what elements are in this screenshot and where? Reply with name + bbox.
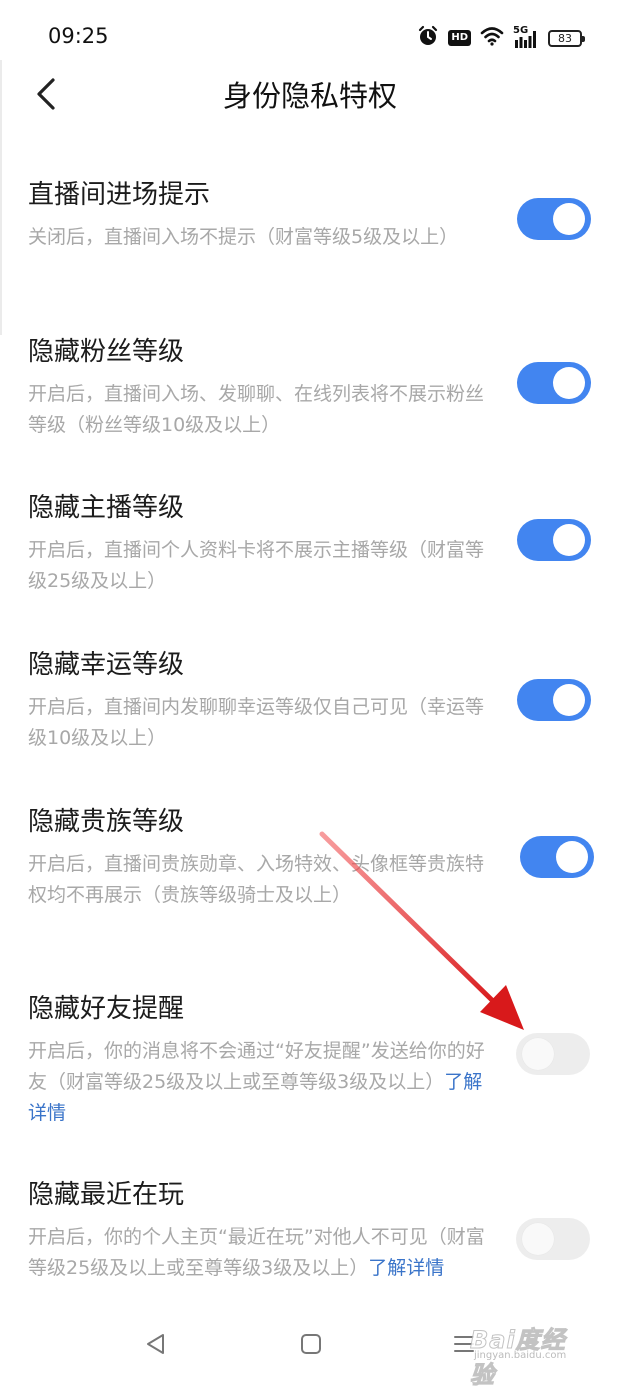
status-time: 09:25 (48, 24, 109, 48)
toggle-switch[interactable] (516, 1218, 590, 1260)
toggle-knob (522, 1223, 554, 1255)
toggle-switch[interactable] (520, 836, 594, 878)
toggle-knob (556, 841, 588, 873)
setting-title: 隐藏好友提醒 (28, 994, 185, 1024)
setting-item-hide-luck-level: 隐藏幸运等级 开启后，直播间内发聊聊幸运等级仅自己可见（幸运等级10级及以上） (0, 646, 620, 786)
setting-desc: 开启后，直播间个人资料卡将不展示主播等级（财富等级25级及以上） (28, 539, 485, 592)
battery-indicator: 83 (548, 29, 585, 47)
setting-title: 直播间进场提示 (28, 180, 211, 210)
triangle-back-icon (144, 1332, 168, 1360)
setting-item-hide-friend-reminder: 隐藏好友提醒 开启后，你的消息将不会通过“好友提醒”发送给你的好友（财富等级25… (0, 990, 620, 1160)
watermark-logo: Bai度经验 jingyan.baidu.com (470, 1318, 590, 1390)
chevron-left-icon (35, 77, 57, 115)
setting-item-entry-notice: 直播间进场提示 关闭后，直播间入场不提示（财富等级5级及以上） (0, 176, 620, 316)
setting-title: 隐藏主播等级 (28, 493, 185, 523)
toggle-switch[interactable] (516, 1033, 590, 1075)
setting-title: 隐藏幸运等级 (28, 650, 185, 680)
toggle-knob (553, 684, 585, 716)
toggle-switch[interactable] (517, 519, 591, 561)
setting-title: 隐藏最近在玩 (28, 1180, 185, 1210)
page-title: 身份隐私特权 (222, 79, 397, 113)
learn-more-link[interactable]: 了解详情 (368, 1257, 444, 1279)
setting-desc: 开启后，直播间贵族勋章、入场特效、头像框等贵族特权均不再展示（贵族等级骑士及以上… (28, 853, 485, 906)
system-back-button[interactable] (136, 1326, 176, 1366)
signal-icon: 5G (513, 25, 539, 49)
setting-title: 隐藏粉丝等级 (28, 337, 185, 367)
toggle-knob (553, 367, 585, 399)
back-button[interactable] (26, 76, 66, 116)
hd-badge: HD (448, 30, 471, 46)
setting-item-hide-recently-played: 隐藏最近在玩 开启后，你的个人主页“最近在玩”对他人不可见（财富等级25级及以上… (0, 1176, 620, 1316)
toggle-switch[interactable] (517, 198, 591, 240)
setting-desc: 开启后，你的消息将不会通过“好友提醒”发送给你的好友（财富等级25级及以上或至尊… (28, 1036, 490, 1129)
setting-item-hide-noble-level: 隐藏贵族等级 开启后，直播间贵族勋章、入场特效、头像框等贵族特权均不再展示（贵族… (0, 803, 620, 973)
toggle-knob (553, 203, 585, 235)
setting-desc-text: 开启后，你的消息将不会通过“好友提醒”发送给你的好友（财富等级25级及以上或至尊… (28, 1040, 485, 1093)
setting-desc: 开启后，直播间内发聊聊幸运等级仅自己可见（幸运等级10级及以上） (28, 696, 485, 749)
setting-desc: 开启后，直播间入场、发聊聊、在线列表将不展示粉丝等级（粉丝等级10级及以上） (28, 383, 485, 436)
setting-title: 隐藏贵族等级 (28, 807, 185, 837)
toggle-knob (522, 1038, 554, 1070)
toggle-knob (553, 524, 585, 556)
setting-desc: 关闭后，直播间入场不提示（财富等级5级及以上） (28, 226, 459, 248)
toggle-switch[interactable] (517, 362, 591, 404)
setting-desc: 开启后，你的个人主页“最近在玩”对他人不可见（财富等级25级及以上或至尊等级3级… (28, 1222, 490, 1284)
nav-header: 身份隐私特权 (0, 74, 620, 164)
square-home-icon (299, 1332, 323, 1360)
setting-item-hide-anchor-level: 隐藏主播等级 开启后，直播间个人资料卡将不展示主播等级（财富等级25级及以上） (0, 489, 620, 629)
wifi-icon (480, 26, 504, 50)
battery-level: 83 (558, 31, 572, 45)
status-icons: HD 5G 83 (417, 25, 585, 51)
system-home-button[interactable] (291, 1326, 331, 1366)
watermark-sub-text: jingyan.baidu.com (474, 1350, 567, 1361)
status-bar: 09:25 HD 5G 83 (0, 0, 620, 74)
setting-item-hide-fan-level: 隐藏粉丝等级 开启后，直播间入场、发聊聊、在线列表将不展示粉丝等级（粉丝等级10… (0, 333, 620, 473)
toggle-switch[interactable] (517, 679, 591, 721)
alarm-icon (417, 25, 439, 51)
